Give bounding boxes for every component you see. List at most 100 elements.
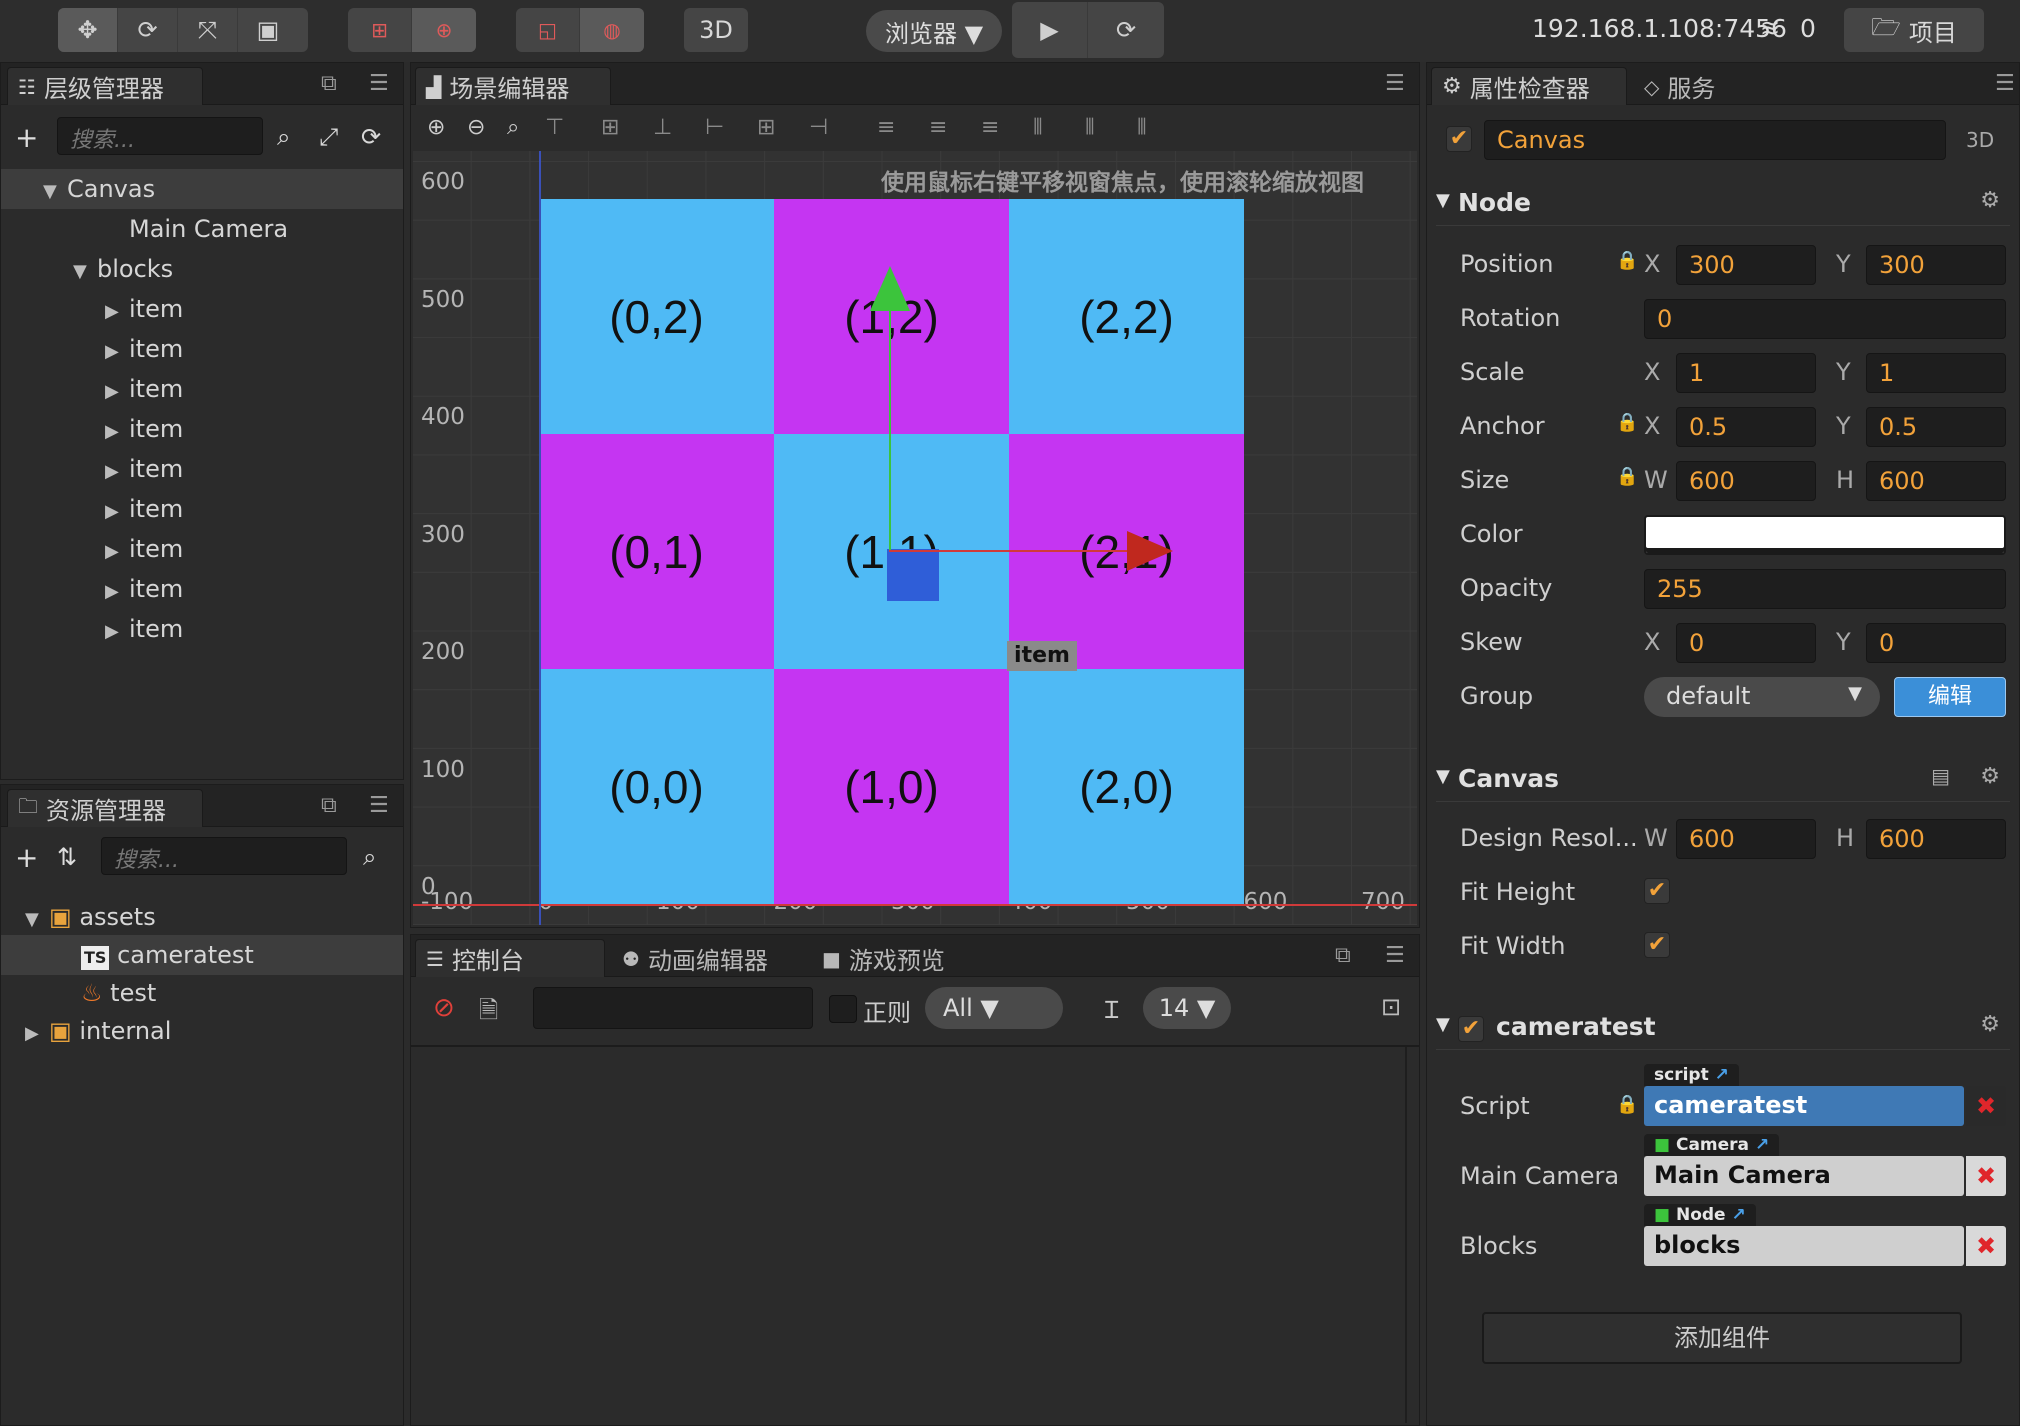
grid-cell-block[interactable]: (1,0)	[774, 669, 1009, 904]
pivot-button[interactable]: ⊞	[348, 8, 412, 52]
asset-item-internal[interactable]: ▶ ▣ internal	[1, 1011, 403, 1051]
expand-arrow-icon[interactable]: ▶	[105, 372, 129, 412]
asset-item-cameratest[interactable]: TS cameratest	[1, 935, 403, 975]
tree-node[interactable]: ▶ item	[1, 289, 403, 329]
zoom-reset-icon[interactable]: ⌕	[507, 115, 519, 140]
external-link-icon[interactable]: ↗	[1732, 1205, 1746, 1225]
tree-node[interactable]: ▼ blocks	[1, 249, 403, 289]
expand-arrow-icon[interactable]: ▶	[105, 532, 129, 572]
regex-checkbox[interactable]	[829, 995, 857, 1023]
size-h-input[interactable]: 600	[1866, 461, 2006, 501]
move-tool-button[interactable]: ✥	[58, 8, 118, 52]
popout-icon[interactable]: ⧉	[321, 793, 337, 818]
tab-assets[interactable]: 🗀 资源管理器	[7, 789, 203, 827]
lock-icon[interactable]: 🔒	[1616, 412, 1638, 433]
zoom-out-icon[interactable]: ⊖	[467, 115, 485, 140]
scale-tool-button[interactable]: ⤧	[178, 8, 238, 52]
global-button[interactable]: ◍	[580, 8, 644, 52]
skew-x-input[interactable]: 0	[1676, 623, 1816, 663]
expand-arrow-icon[interactable]: ▶	[105, 572, 129, 612]
console-scrollbar[interactable]	[1405, 1047, 1407, 1423]
asset-item-test[interactable]: ♨ test	[1, 973, 403, 1013]
main-camera-field[interactable]: Main Camera	[1644, 1156, 1964, 1196]
node-section-header[interactable]: ▼ Node ⚙	[1436, 182, 2010, 226]
node-anchor-handle[interactable]	[887, 549, 939, 601]
preview-target-select[interactable]: 浏览器 ▼	[866, 10, 1002, 52]
gear-icon[interactable]: ⚙	[1980, 764, 2000, 789]
color-swatch[interactable]	[1644, 515, 2006, 555]
tree-node[interactable]: ▶ item	[1, 529, 403, 569]
play-button[interactable]: ▶	[1012, 2, 1088, 58]
blocks-clear-button[interactable]: ✖	[1966, 1226, 2006, 1266]
distribute-right-icon[interactable]: ⦀	[1137, 115, 1147, 140]
opacity-input[interactable]: 255	[1644, 569, 2006, 609]
align-hcenter-icon[interactable]: ⊞	[757, 115, 775, 140]
open-log-icon[interactable]: 🗎	[479, 993, 498, 1034]
tree-node[interactable]: ▶ item	[1, 569, 403, 609]
menu-icon[interactable]: ☰	[1995, 71, 2015, 96]
scale-x-input[interactable]: 1	[1676, 353, 1816, 393]
grid-cell-block[interactable]: (0,2)	[539, 199, 774, 434]
popout-icon[interactable]: ⧉	[1335, 943, 1351, 968]
local-button[interactable]: ◱	[516, 8, 580, 52]
add-component-button[interactable]: 添加组件	[1482, 1312, 1962, 1364]
grid-cell-block[interactable]: (2,0)	[1009, 669, 1244, 904]
tree-node[interactable]: Main Camera	[1, 209, 403, 249]
tree-node[interactable]: ▶ item	[1, 449, 403, 489]
script-asset-field[interactable]: cameratest	[1644, 1086, 1964, 1126]
tree-node[interactable]: ▶ item	[1, 329, 403, 369]
node-active-checkbox[interactable]: ✔	[1446, 126, 1472, 152]
distribute-bottom-icon[interactable]: ≡	[981, 115, 999, 140]
tab-scene[interactable]: ▟ 场景编辑器	[415, 67, 611, 105]
expand-arrow-icon[interactable]: ▼	[73, 252, 97, 292]
align-top-icon[interactable]: ⊤	[545, 115, 564, 140]
position-y-input[interactable]: 300	[1866, 245, 2006, 285]
position-x-input[interactable]: 300	[1676, 245, 1816, 285]
tree-node[interactable]: ▶ item	[1, 369, 403, 409]
expand-arrow-icon[interactable]: ▶	[105, 492, 129, 532]
tab-hierarchy[interactable]: ☷ 层级管理器	[7, 67, 203, 105]
asset-item-assets[interactable]: ▼ ▣ assets	[1, 897, 403, 937]
grid-cell-block[interactable]: (0,1)	[539, 434, 774, 669]
book-icon[interactable]: ▤	[1931, 764, 1950, 788]
group-select[interactable]: default ▼	[1644, 677, 1880, 717]
rotate-tool-button[interactable]: ⟳	[118, 8, 178, 52]
expand-arrow-icon[interactable]: ▶	[105, 612, 129, 652]
expand-arrow-icon[interactable]: ▼	[43, 172, 67, 212]
fit-width-checkbox[interactable]: ✔	[1644, 932, 1670, 958]
grid-cell-block[interactable]: (1,2)	[774, 199, 1009, 434]
align-bottom-icon[interactable]: ⊥	[653, 115, 672, 140]
scene-viewport[interactable]: 使用鼠标右键平移视窗焦点，使用滚轮缩放视图 600 500 400 300 200 100…	[413, 151, 1417, 925]
fit-height-checkbox[interactable]: ✔	[1644, 878, 1670, 904]
y-arrow-icon[interactable]	[870, 266, 910, 311]
add-asset-button[interactable]: +	[15, 841, 38, 874]
scale-y-input[interactable]: 1	[1866, 353, 2006, 393]
design-h-input[interactable]: 600	[1866, 819, 2006, 859]
tree-node[interactable]: ▶ item	[1, 609, 403, 649]
design-w-input[interactable]: 600	[1676, 819, 1816, 859]
tab-animation[interactable]: ⚉ 动画编辑器	[611, 939, 781, 977]
font-size-select[interactable]: 14 ▼	[1143, 987, 1231, 1029]
distribute-left-icon[interactable]: ⦀	[1033, 115, 1043, 140]
add-node-button[interactable]: +	[15, 121, 38, 154]
script-section-header[interactable]: ▼ ✔ cameratest ⚙	[1436, 1006, 2010, 1050]
tree-node[interactable]: ▶ item	[1, 489, 403, 529]
expand-arrow-icon[interactable]: ▶	[105, 292, 129, 332]
anchor-y-input[interactable]: 0.5	[1866, 407, 2006, 447]
main-camera-clear-button[interactable]: ✖	[1966, 1156, 2006, 1196]
group-edit-button[interactable]: 编辑	[1894, 677, 2006, 717]
expand-arrow-icon[interactable]: ▶	[105, 452, 129, 492]
script-enabled-checkbox[interactable]: ✔	[1458, 1012, 1484, 1042]
grid-cell-block[interactable]: (2,2)	[1009, 199, 1244, 434]
hierarchy-search-input[interactable]: 搜索...	[57, 117, 263, 155]
blocks-field[interactable]: blocks	[1644, 1226, 1964, 1266]
size-w-input[interactable]: 600	[1676, 461, 1816, 501]
gear-icon[interactable]: ⚙	[1980, 1012, 2000, 1037]
distribute-hcenter-icon[interactable]: ⦀	[1085, 115, 1095, 140]
refresh-button[interactable]: ⟳	[1088, 2, 1164, 58]
console-filter-input[interactable]	[533, 987, 813, 1029]
align-right-icon[interactable]: ⊣	[809, 115, 828, 140]
search-icon[interactable]: ⌕	[277, 123, 290, 151]
expand-icon[interactable]: ⤢	[319, 123, 338, 151]
refresh-icon[interactable]: ⟳	[361, 123, 381, 151]
